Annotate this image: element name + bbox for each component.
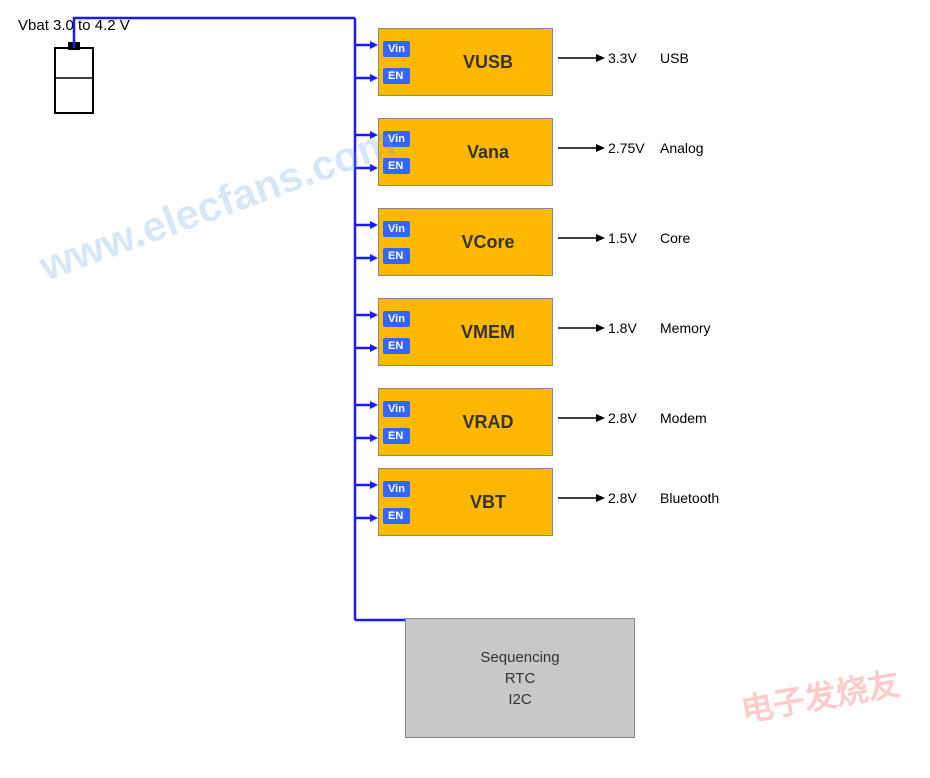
- reg-vcore-left: Vin EN: [379, 209, 414, 275]
- svg-text:1.8V: 1.8V: [608, 320, 637, 336]
- svg-text:Analog: Analog: [660, 140, 704, 156]
- svg-text:Memory: Memory: [660, 320, 711, 336]
- reg-vrad: Vin EN VRAD: [378, 388, 553, 456]
- svg-text:Modem: Modem: [660, 410, 707, 426]
- reg-vrad-left: Vin EN: [379, 389, 414, 455]
- svg-text:1.5V: 1.5V: [608, 230, 637, 246]
- svg-text:3.3V: 3.3V: [608, 50, 637, 66]
- reg-vana-vin: Vin: [383, 131, 410, 147]
- svg-text:Core: Core: [660, 230, 691, 246]
- reg-vbt: Vin EN VBT: [378, 468, 553, 536]
- reg-vcore-vin: Vin: [383, 221, 410, 237]
- reg-vana-name: Vana: [414, 142, 552, 163]
- reg-vrad-name: VRAD: [414, 412, 552, 433]
- reg-vusb-name: VUSB: [414, 52, 552, 73]
- reg-vcore: Vin EN VCore: [378, 208, 553, 276]
- reg-vana-en: EN: [383, 158, 410, 174]
- reg-vusb-left: Vin EN: [379, 29, 414, 95]
- reg-vcore-en: EN: [383, 248, 410, 264]
- svg-text:USB: USB: [660, 50, 689, 66]
- reg-vusb-en: EN: [383, 68, 410, 84]
- reg-vmem-en: EN: [383, 338, 410, 354]
- seq-line2: RTC: [505, 670, 536, 687]
- svg-text:Bluetooth: Bluetooth: [660, 490, 719, 506]
- seq-line3: I2C: [508, 691, 531, 708]
- svg-text:2.75V: 2.75V: [608, 140, 645, 156]
- reg-vusb-vin: Vin: [383, 41, 410, 57]
- seq-line1: Sequencing: [480, 649, 559, 666]
- reg-vusb: Vin EN VUSB: [378, 28, 553, 96]
- reg-vbt-en: EN: [383, 508, 410, 524]
- reg-vmem-name: VMEM: [414, 322, 552, 343]
- reg-vmem-left: Vin EN: [379, 299, 414, 365]
- reg-vrad-vin: Vin: [383, 401, 410, 417]
- sequencing-box: Sequencing RTC I2C: [405, 618, 635, 738]
- reg-vbt-vin: Vin: [383, 481, 410, 497]
- reg-vbt-name: VBT: [414, 492, 552, 513]
- reg-vcore-name: VCore: [414, 232, 552, 253]
- reg-vrad-en: EN: [383, 428, 410, 444]
- reg-vana-left: Vin EN: [379, 119, 414, 185]
- reg-vmem: Vin EN VMEM: [378, 298, 553, 366]
- reg-vbt-left: Vin EN: [379, 469, 414, 535]
- svg-text:2.8V: 2.8V: [608, 410, 637, 426]
- reg-vana: Vin EN Vana: [378, 118, 553, 186]
- svg-text:2.8V: 2.8V: [608, 490, 637, 506]
- diagram-container: www.elecfans.com 电子发烧友 Vbat 3.0 to 4.2 V: [0, 0, 930, 778]
- reg-vmem-vin: Vin: [383, 311, 410, 327]
